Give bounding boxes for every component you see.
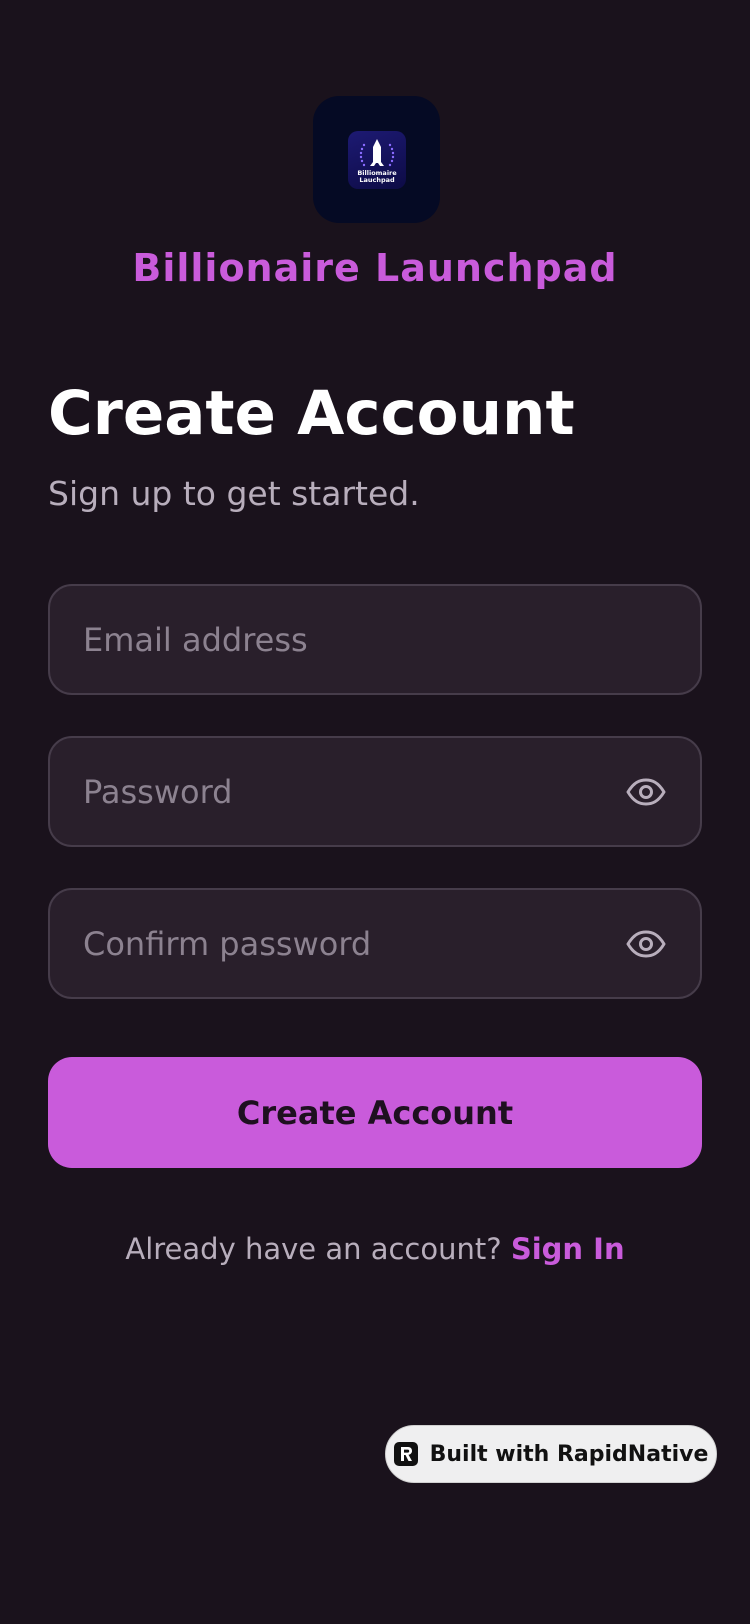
app-name: Billionaire Launchpad xyxy=(132,246,618,290)
rocket-laurel-icon: Billiomaire Lauchpad xyxy=(357,138,397,184)
password-field xyxy=(48,736,702,847)
logo-emblem: Billiomaire Lauchpad xyxy=(347,130,406,189)
create-account-button[interactable]: Create Account xyxy=(48,1057,702,1168)
confirm-password-visibility-toggle[interactable] xyxy=(624,922,668,966)
badge-label: Built with RapidNative xyxy=(429,1441,709,1467)
logo-text-line2: Lauchpad xyxy=(359,176,395,184)
confirm-password-field xyxy=(48,888,702,999)
email-field xyxy=(48,584,702,695)
password-input[interactable] xyxy=(50,738,624,845)
eye-icon xyxy=(626,930,666,957)
app-logo: Billiomaire Lauchpad xyxy=(313,96,440,223)
page-subtitle: Sign up to get started. xyxy=(48,474,420,513)
rapidnative-icon xyxy=(393,1442,418,1466)
built-with-badge[interactable]: Built with RapidNative xyxy=(385,1425,717,1483)
confirm-password-input[interactable] xyxy=(50,890,624,997)
eye-icon xyxy=(626,778,666,805)
password-visibility-toggle[interactable] xyxy=(624,770,668,814)
signin-prompt: Already have an account? xyxy=(125,1232,502,1266)
signin-prompt-row: Already have an account? Sign In xyxy=(0,1232,750,1266)
page-title: Create Account xyxy=(48,378,575,449)
email-input[interactable] xyxy=(50,586,700,693)
sign-in-link[interactable]: Sign In xyxy=(511,1232,625,1266)
